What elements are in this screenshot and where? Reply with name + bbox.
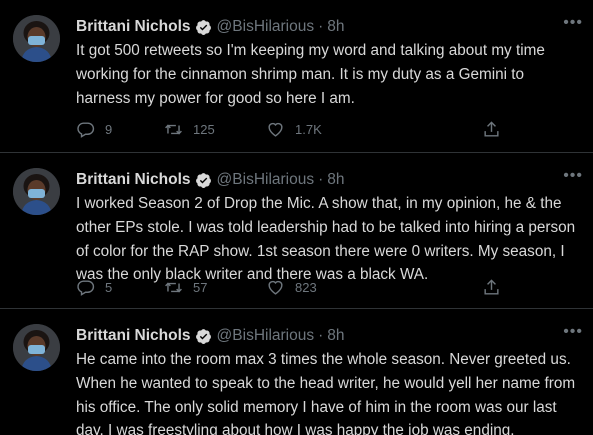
avatar[interactable] — [13, 168, 60, 215]
tweet-text: I worked Season 2 of Drop the Mic. A sho… — [76, 195, 576, 284]
tweet[interactable]: Brittani Nichols @BisHilarious · 8h ••• … — [0, 0, 593, 153]
more-horizontal-icon[interactable]: ••• — [563, 167, 583, 185]
tweet-header: Brittani Nichols @BisHilarious · 8h ••• — [76, 323, 583, 347]
verified-badge-icon — [195, 328, 212, 345]
reply-icon — [77, 121, 95, 138]
reply-button[interactable]: 9 — [76, 119, 112, 139]
retweet-icon — [165, 124, 182, 134]
separator: · — [318, 18, 324, 35]
verified-badge-icon — [195, 172, 212, 189]
author-name[interactable]: Brittani Nichols — [76, 327, 191, 345]
tweet[interactable]: Brittani Nichols @BisHilarious · 8h ••• … — [0, 153, 593, 309]
author-handle[interactable]: @BisHilarious — [217, 171, 315, 189]
timestamp[interactable]: 8h — [327, 327, 344, 345]
like-button[interactable]: 1.7K — [266, 119, 322, 139]
timestamp[interactable]: 8h — [327, 171, 344, 189]
avatar[interactable] — [13, 15, 60, 62]
retweet-count: 57 — [193, 279, 208, 295]
like-count: 823 — [295, 279, 317, 295]
reply-count: 9 — [105, 121, 113, 137]
retweet-button[interactable]: 125 — [164, 119, 215, 139]
avatar[interactable] — [13, 324, 60, 371]
share-icon — [484, 278, 499, 295]
heart-icon — [268, 122, 283, 137]
like-button[interactable]: 823 — [266, 277, 317, 297]
share-button[interactable] — [482, 277, 501, 297]
tweet-actions: 5 57 823 — [76, 277, 506, 297]
author-name[interactable]: Brittani Nichols — [76, 171, 191, 189]
retweet-button[interactable]: 57 — [164, 277, 207, 297]
reply-button[interactable]: 5 — [76, 277, 112, 297]
retweet-count: 125 — [193, 121, 215, 137]
more-horizontal-icon[interactable]: ••• — [563, 14, 583, 32]
reply-icon — [77, 279, 95, 296]
author-handle[interactable]: @BisHilarious — [217, 18, 315, 36]
share-button[interactable] — [482, 119, 501, 139]
timestamp[interactable]: 8h — [327, 18, 344, 36]
author-handle[interactable]: @BisHilarious — [217, 327, 315, 345]
separator: · — [318, 171, 324, 188]
author-name[interactable]: Brittani Nichols — [76, 18, 191, 36]
tweet-text: He came into the room max 3 times the wh… — [76, 351, 576, 435]
tweet-header: Brittani Nichols @BisHilarious · 8h ••• — [76, 167, 583, 191]
like-count: 1.7K — [295, 121, 322, 137]
share-icon — [484, 120, 499, 137]
reply-count: 5 — [105, 279, 113, 295]
more-horizontal-icon[interactable]: ••• — [563, 323, 583, 341]
tweet-text: It got 500 retweets so I'm keeping my wo… — [76, 42, 545, 107]
heart-icon — [268, 280, 283, 295]
tweet-header: Brittani Nichols @BisHilarious · 8h ••• — [76, 14, 583, 38]
timeline: Brittani Nichols @BisHilarious · 8h ••• … — [0, 0, 593, 435]
separator: · — [318, 327, 324, 344]
retweet-icon — [165, 282, 182, 292]
tweet[interactable]: Brittani Nichols @BisHilarious · 8h ••• … — [0, 309, 593, 435]
tweet-actions: 9 125 1.7K — [76, 119, 506, 139]
verified-badge-icon — [195, 19, 212, 36]
